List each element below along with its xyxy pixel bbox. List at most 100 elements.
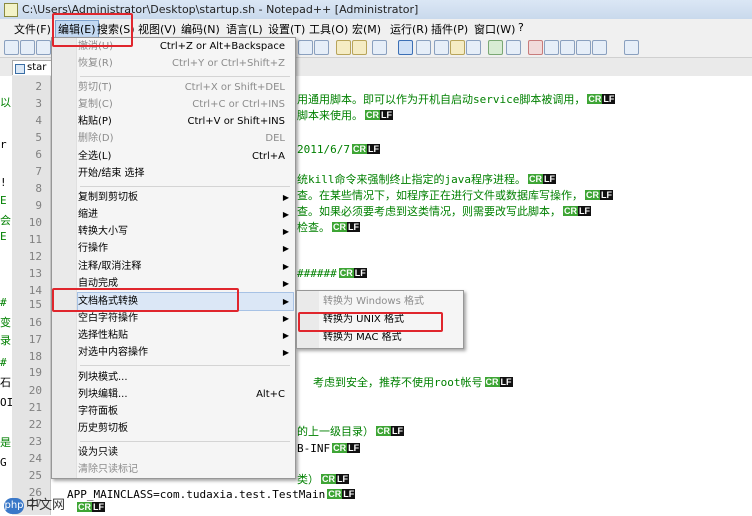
code-line: ###### CR LF [297, 266, 368, 282]
menu-item-set-readonly[interactable]: 设为只读 [78, 444, 293, 461]
spellcheck-icon[interactable] [624, 40, 639, 55]
open-file-icon[interactable] [20, 40, 35, 55]
menu-language[interactable]: 语言(L) [226, 21, 263, 37]
menu-window[interactable]: 窗口(W) [474, 21, 515, 37]
code-line: 类） CR LF [297, 472, 350, 488]
menu-item-label: 列块编辑... [78, 389, 128, 400]
menu-item-comment-toggle[interactable]: 注释/取消注释 ▶ [78, 258, 293, 275]
redo-icon[interactable] [314, 40, 329, 55]
menu-plugins[interactable]: 插件(P) [431, 21, 468, 37]
menu-item-shortcut: Alt+C [256, 389, 285, 400]
menu-item-begin-end-select[interactable]: 开始/结束 选择 [78, 165, 293, 182]
save-icon[interactable] [36, 40, 51, 55]
menu-encoding[interactable]: 编码(N) [181, 21, 220, 37]
line-number: 12 [28, 250, 42, 263]
menu-tools[interactable]: 工具(O) [309, 21, 348, 37]
menu-settings[interactable]: 设置(T) [268, 21, 305, 37]
menu-edit[interactable]: 编辑(E) [55, 20, 99, 38]
comment-text: 检查。 [297, 221, 330, 234]
submenu-arrow-icon: ▶ [282, 331, 289, 340]
menu-run[interactable]: 运行(R) [390, 21, 428, 37]
function-list-icon[interactable] [488, 40, 503, 55]
lf-badge: LF [499, 377, 513, 387]
submenu-item-to-unix[interactable]: 转换为 UNIX 格式 [323, 311, 459, 328]
menu-item-delete[interactable]: 删除(D) DEL [78, 130, 293, 147]
eol-marker: CR LF [375, 426, 405, 437]
cr-badge: CR [321, 474, 336, 484]
lang-icon[interactable] [450, 40, 465, 55]
submenu-item-to-mac[interactable]: 转换为 MAC 格式 [323, 329, 459, 346]
new-file-icon[interactable] [4, 40, 19, 55]
lf-badge: LF [600, 190, 613, 200]
submenu-arrow-icon: ▶ [282, 297, 289, 306]
menu-item-convert-case[interactable]: 转换大小写 ▶ [78, 223, 293, 240]
menu-item-cut[interactable]: 剪切(T) Ctrl+X or Shift+DEL [78, 79, 293, 96]
cr-badge: CR [77, 502, 92, 512]
menu-icon-strip [52, 38, 77, 478]
menu-item-redo[interactable]: 恢复(R) Ctrl+Y or Ctrl+Shift+Z [78, 55, 293, 72]
code-line: 统kill命令来强制终止指定的java程序进程。 CR LF [297, 172, 557, 188]
doc-map-icon[interactable] [466, 40, 481, 55]
eol-marker: CR LF [527, 174, 557, 185]
menu-item-character-panel[interactable]: 字符面板 [78, 403, 293, 420]
cr-badge: CR [365, 110, 380, 120]
replace-icon[interactable] [352, 40, 367, 55]
menu-item-blank-operations[interactable]: 空白字符操作 ▶ [78, 310, 293, 327]
menu-item-shortcut: Ctrl+V or Shift+INS [187, 116, 286, 127]
lf-badge: LF [542, 174, 556, 184]
line-number: 15 [28, 298, 42, 311]
save-macro-icon[interactable] [592, 40, 607, 55]
zoom-in-icon[interactable] [372, 40, 387, 55]
menu-item-line-operations[interactable]: 行操作 ▶ [78, 240, 293, 257]
menu-help[interactable]: ? [518, 21, 524, 34]
menu-macro[interactable]: 宏(M) [352, 21, 381, 37]
code-line: 检查。 CR LF [297, 220, 361, 236]
watermark-text: 中文网 [26, 498, 66, 513]
menu-item-column-mode[interactable]: 列块模式... [78, 369, 293, 386]
submenu-arrow-icon: ▶ [282, 279, 289, 288]
menu-item-eol-conversion[interactable]: 文档格式转换 ▶ [77, 292, 294, 311]
show-all-chars-icon[interactable] [416, 40, 431, 55]
stop-macro-icon[interactable] [544, 40, 559, 55]
line-number: 13 [28, 267, 42, 280]
menu-item-copy[interactable]: 复制(C) Ctrl+C or Ctrl+INS [78, 96, 293, 113]
menu-item-paste-special[interactable]: 选择性粘贴 ▶ [78, 327, 293, 344]
menu-item-copy-to-clipboard[interactable]: 复制到剪切板 ▶ [78, 189, 293, 206]
menu-item-select-all[interactable]: 全选(L) Ctrl+A [78, 148, 293, 165]
monitor-icon[interactable] [506, 40, 521, 55]
line-number: 19 [28, 366, 42, 379]
play-macro-icon[interactable] [560, 40, 575, 55]
undo-icon[interactable] [298, 40, 313, 55]
menu-item-on-selection[interactable]: 对选中内容操作 ▶ [78, 344, 293, 361]
tab-label: star [27, 62, 47, 73]
indent-guide-icon[interactable] [434, 40, 449, 55]
record-macro-icon[interactable] [528, 40, 543, 55]
cr-badge: CR [351, 144, 367, 154]
menu-item-clear-readonly[interactable]: 清除只读标记 [78, 461, 293, 478]
menu-search[interactable]: 搜索(S) [97, 21, 135, 37]
menu-file[interactable]: 文件(F) [14, 21, 51, 37]
line-number: 11 [28, 233, 42, 246]
menu-item-undo[interactable]: 撤消(U) Ctrl+Z or Alt+Backspace [78, 38, 293, 55]
menu-item-indent[interactable]: 缩进 ▶ [78, 206, 293, 223]
menu-item-auto-complete[interactable]: 自动完成 ▶ [78, 275, 293, 292]
menu-item-label: 选择性粘贴 [78, 330, 128, 341]
pane-char: G [0, 456, 7, 469]
line-number: 3 [35, 97, 42, 110]
menu-item-paste[interactable]: 粘贴(P) Ctrl+V or Shift+INS [78, 113, 293, 130]
word-wrap-icon[interactable] [398, 40, 413, 55]
menu-item-clipboard-history[interactable]: 历史剪切板 [78, 420, 293, 437]
comment-text: ###### [297, 267, 337, 280]
cr-badge: CR [332, 222, 347, 232]
run-multiple-macro-icon[interactable] [576, 40, 591, 55]
menu-item-column-editor[interactable]: 列块编辑... Alt+C [78, 386, 293, 403]
find-icon[interactable] [336, 40, 351, 55]
menu-item-label: 清除只读标记 [78, 464, 138, 475]
line-number: 24 [28, 452, 42, 465]
menu-item-label: 恢复(R) [78, 58, 113, 69]
menu-view[interactable]: 视图(V) [138, 21, 176, 37]
cr-badge: CR [376, 426, 391, 436]
submenu-item-to-windows[interactable]: 转换为 Windows 格式 [323, 293, 459, 310]
tab-startup-sh[interactable]: star [12, 60, 52, 75]
lf-badge: LF [342, 489, 356, 499]
